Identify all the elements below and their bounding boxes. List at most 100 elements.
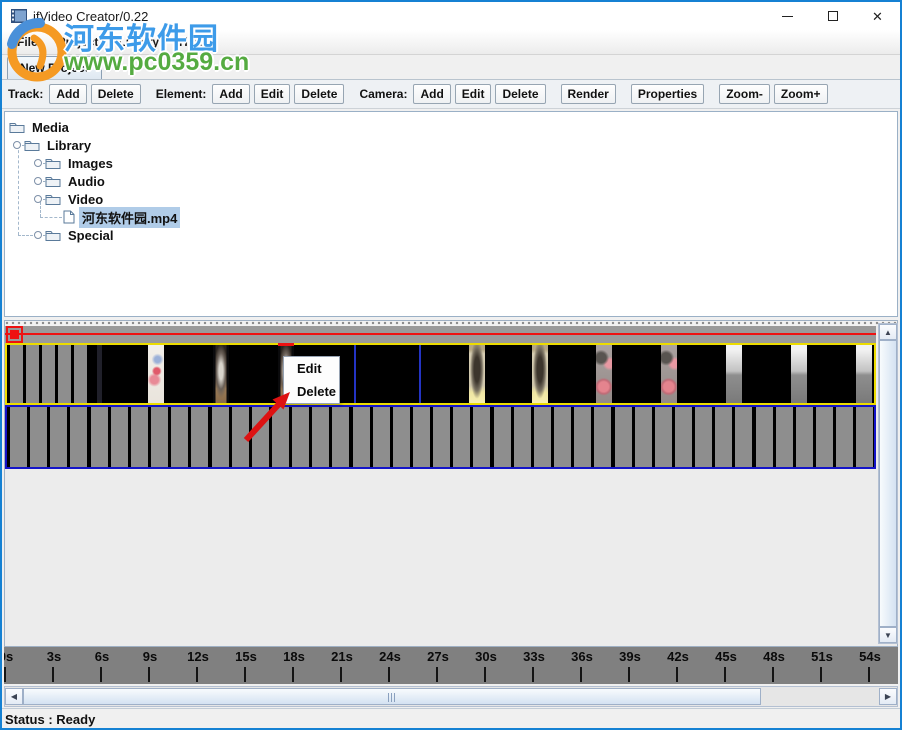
toolbar-group-element: Element:AddEditDelete	[156, 84, 345, 104]
video-frame-thumbnail[interactable]	[726, 345, 742, 403]
ruler-time-label: 18s	[283, 649, 305, 664]
audio-frame-bar	[171, 407, 188, 467]
audio-frame-bar	[856, 407, 873, 467]
tree-item-library[interactable]: Library	[5, 136, 94, 154]
audio-frame-bar	[30, 407, 47, 467]
timeline-panel[interactable]: ▲ ▼	[4, 320, 898, 647]
audio-frame-bar	[756, 407, 773, 467]
tree-expand-handle-icon[interactable]	[34, 195, 42, 203]
audio-frame-bar	[695, 407, 712, 467]
audio-frame-bar	[50, 407, 67, 467]
audio-frame-bar	[453, 407, 470, 467]
audio-frame-bar	[70, 407, 87, 467]
ruler-time-label: 0s	[4, 649, 13, 664]
horizontal-scrollbar-thumb[interactable]	[23, 688, 761, 705]
menu-item-library[interactable]: Library	[111, 32, 166, 52]
ruler-time-label: 51s	[811, 649, 833, 664]
status-bar: Status : Ready	[2, 708, 900, 728]
tree-item-label: Media	[29, 119, 72, 136]
audio-frame-bar	[393, 407, 410, 467]
timeline-header-strip[interactable]	[5, 326, 876, 343]
context-menu-item-edit[interactable]: Edit	[284, 357, 339, 380]
track-add-button[interactable]: Add	[49, 84, 86, 104]
video-frame-thumbnail[interactable]	[354, 345, 356, 403]
ruler-time-label: 54s	[859, 649, 881, 664]
camera-delete-button[interactable]: Delete	[495, 84, 545, 104]
tree-item-special[interactable]: Special	[5, 226, 117, 244]
audio-frame-bar	[574, 407, 591, 467]
tree-item-label: 河东软件园.mp4	[79, 207, 180, 228]
video-frame-bar	[42, 345, 55, 403]
tree-item-label: Video	[65, 191, 106, 208]
audio-frame-bar	[715, 407, 732, 467]
scroll-down-button[interactable]: ▼	[879, 627, 897, 643]
video-frame-thumbnail[interactable]	[596, 345, 612, 403]
audio-frame-bar	[131, 407, 148, 467]
ruler-time-label: 24s	[379, 649, 401, 664]
camera-add-button[interactable]: Add	[413, 84, 450, 104]
video-frame-thumbnail[interactable]	[97, 345, 102, 403]
minimize-button[interactable]	[765, 2, 810, 30]
audio-frame-bar	[413, 407, 430, 467]
video-frame-thumbnail[interactable]	[661, 345, 677, 403]
properties-button[interactable]: Properties	[631, 84, 704, 104]
element-delete-button[interactable]: Delete	[294, 84, 344, 104]
tree-item-label: Images	[65, 155, 116, 172]
ruler-tick-mark	[388, 667, 390, 682]
element-add-button[interactable]: Add	[212, 84, 249, 104]
ruler-time-label: 9s	[143, 649, 157, 664]
maximize-button[interactable]	[810, 2, 855, 30]
scroll-up-button[interactable]: ▲	[879, 324, 897, 340]
menu-item-file[interactable]: File	[10, 32, 45, 52]
video-frame-thumbnail[interactable]	[791, 345, 807, 403]
audio-frame-bar	[151, 407, 168, 467]
tree-expand-handle-icon[interactable]	[34, 177, 42, 185]
ruler-time-label: 6s	[95, 649, 109, 664]
video-frame-bar	[26, 345, 39, 403]
zoom-in-button[interactable]: Zoom+	[774, 84, 828, 104]
ruler-tick-mark	[724, 667, 726, 682]
tab-new-project[interactable]: New Project	[7, 56, 102, 79]
menu-item-help[interactable]: Help	[172, 32, 212, 52]
track-delete-button[interactable]: Delete	[91, 84, 141, 104]
tree-item-media[interactable]: Media	[5, 118, 72, 136]
tree-item-audio[interactable]: Audio	[5, 172, 108, 190]
vertical-scrollbar-thumb[interactable]	[879, 340, 897, 627]
zoom-out-button[interactable]: Zoom-	[719, 84, 770, 104]
timeline-vertical-scrollbar[interactable]: ▲ ▼	[878, 323, 898, 644]
tree-item-video-file[interactable]: 河东软件园.mp4	[5, 208, 180, 226]
audio-frame-bar	[494, 407, 511, 467]
tree-expand-handle-icon[interactable]	[34, 159, 42, 167]
ruler-time-label: 48s	[763, 649, 785, 664]
tree-item-images[interactable]: Images	[5, 154, 116, 172]
video-frame-thumbnail[interactable]	[213, 345, 229, 403]
tree-expand-handle-icon[interactable]	[13, 141, 21, 149]
camera-edit-button[interactable]: Edit	[455, 84, 492, 104]
audio-frame-bar	[473, 407, 490, 467]
render-button[interactable]: Render	[561, 84, 616, 104]
toolbar-group-render: Render	[561, 84, 616, 104]
folder-icon	[45, 229, 61, 241]
video-frame-thumbnail[interactable]	[532, 345, 548, 403]
audio-frame-bar	[10, 407, 27, 467]
audio-track[interactable]	[5, 405, 876, 469]
menu-item-project[interactable]: Project	[51, 32, 106, 52]
video-frame-thumbnail[interactable]	[469, 345, 485, 403]
close-button[interactable]: ✕	[855, 2, 900, 30]
playhead-marker[interactable]	[6, 326, 23, 343]
ruler-time-label: 3s	[47, 649, 61, 664]
video-frame-bar	[74, 345, 87, 403]
scroll-right-button[interactable]: ▶	[879, 688, 897, 705]
element-edit-button[interactable]: Edit	[254, 84, 291, 104]
ruler-tick-mark	[820, 667, 822, 682]
video-track[interactable]	[5, 343, 876, 405]
tree-item-video[interactable]: Video	[5, 190, 106, 208]
scroll-left-button[interactable]: ◀	[5, 688, 23, 705]
tree-expand-handle-icon[interactable]	[34, 231, 42, 239]
video-frame-thumbnail[interactable]	[419, 345, 421, 403]
ruler-time-label: 21s	[331, 649, 353, 664]
timeline-horizontal-scrollbar[interactable]: ◀ ▶	[4, 686, 898, 707]
video-frame-thumbnail[interactable]	[856, 345, 872, 403]
video-frame-thumbnail[interactable]	[148, 345, 164, 403]
audio-frame-bar	[554, 407, 571, 467]
